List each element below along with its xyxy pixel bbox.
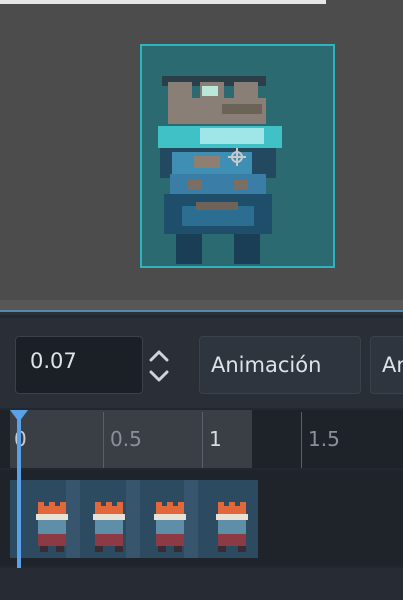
panel-footer <box>0 568 403 600</box>
tick-line <box>103 412 104 468</box>
tick-line <box>301 412 302 468</box>
frame-thumbnail[interactable] <box>87 500 131 554</box>
spin-arrows-icon[interactable] <box>144 342 174 390</box>
animation-menu-button[interactable]: An <box>370 336 403 394</box>
animation-button[interactable]: Animación <box>199 336 361 394</box>
playhead-handle-icon[interactable] <box>10 410 28 422</box>
tick-label: 1.5 <box>308 427 340 451</box>
tick-label: 1 <box>209 427 222 451</box>
viewport-edge <box>0 300 403 310</box>
frame-thumbnail[interactable] <box>210 500 254 554</box>
frame-thumbnail[interactable] <box>148 500 192 554</box>
tick-line <box>202 412 203 468</box>
frame-duration-value[interactable]: 0.07 <box>30 349 77 373</box>
tick-label: 0.5 <box>110 427 142 451</box>
pivot-icon[interactable] <box>228 148 246 166</box>
playhead[interactable] <box>17 418 21 570</box>
frame-thumbnail[interactable] <box>30 500 74 554</box>
